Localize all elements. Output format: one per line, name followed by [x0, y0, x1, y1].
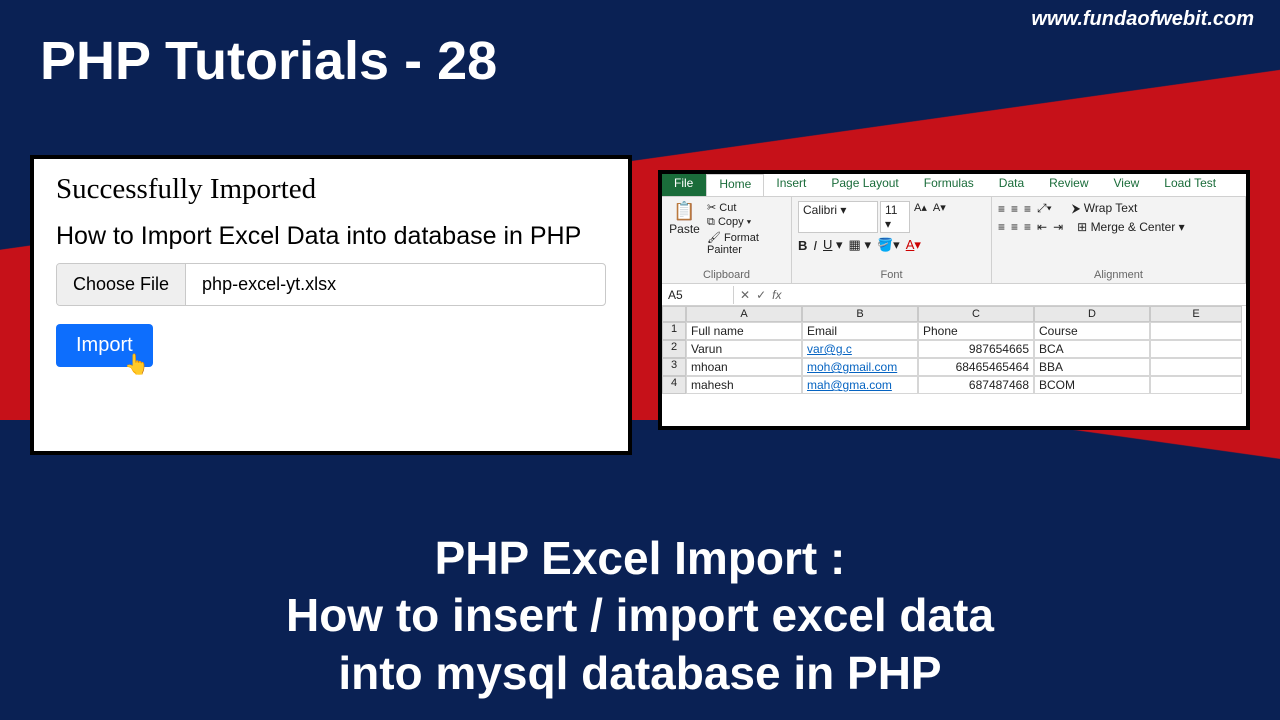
tab-insert[interactable]: Insert — [764, 174, 819, 196]
row-header[interactable]: 1 — [662, 322, 686, 340]
cell[interactable]: Full name — [686, 322, 802, 340]
ribbon-alignment-group: ≡ ≡ ≡ ⤢▾ ⮞ Wrap Text ≡ ≡ ≡ ⇤ ⇥ ⊞ Merge &… — [992, 197, 1246, 283]
orientation-icon[interactable]: ⤢▾ — [1037, 201, 1052, 216]
tab-review[interactable]: Review — [1037, 174, 1101, 196]
cell[interactable]: Course — [1034, 322, 1150, 340]
tab-data[interactable]: Data — [987, 174, 1037, 196]
col-header[interactable]: B — [802, 306, 918, 322]
col-header[interactable]: C — [918, 306, 1034, 322]
clipboard-group-label: Clipboard — [668, 269, 785, 281]
col-header[interactable]: A — [686, 306, 802, 322]
accept-icon[interactable]: ✓ — [756, 288, 766, 302]
row-header[interactable]: 2 — [662, 340, 686, 358]
fx-icon[interactable]: fx — [772, 288, 781, 302]
align-right-icon[interactable]: ≡ — [1024, 220, 1031, 234]
cell[interactable]: Phone — [918, 322, 1034, 340]
tab-home[interactable]: Home — [706, 174, 764, 196]
cell[interactable]: var@g.c — [802, 340, 918, 358]
cell[interactable]: BCOM — [1034, 376, 1150, 394]
formula-bar: A5 ✕ ✓ fx — [662, 284, 1246, 306]
select-all-corner[interactable] — [662, 306, 686, 322]
underline-button[interactable]: U ▾ — [823, 237, 843, 253]
ribbon-clipboard-group: 📋 Paste ✂ Cut ⧉ Copy ▾ 🖌 Format Painter … — [662, 197, 792, 283]
col-header[interactable]: E — [1150, 306, 1242, 322]
align-top-icon[interactable]: ≡ — [998, 202, 1005, 216]
cell[interactable]: BCA — [1034, 340, 1150, 358]
cell[interactable] — [1150, 340, 1242, 358]
italic-button[interactable]: I — [813, 238, 817, 253]
cursor-icon: 👆 — [124, 352, 149, 377]
col-header[interactable]: D — [1034, 306, 1150, 322]
border-button[interactable]: ▦ ▾ — [849, 237, 871, 253]
tab-page-layout[interactable]: Page Layout — [819, 174, 911, 196]
bold-button[interactable]: B — [798, 238, 807, 253]
align-center-icon[interactable]: ≡ — [1011, 220, 1018, 234]
cell[interactable]: 687487468 — [918, 376, 1034, 394]
shrink-font-icon[interactable]: A▾ — [931, 201, 948, 233]
row-header[interactable]: 3 — [662, 358, 686, 376]
tab-formulas[interactable]: Formulas — [912, 174, 987, 196]
cell[interactable]: mahesh — [686, 376, 802, 394]
excel-tabs: File Home Insert Page Layout Formulas Da… — [662, 174, 1246, 196]
cell[interactable] — [1150, 322, 1242, 340]
choose-file-button[interactable]: Choose File — [57, 264, 186, 305]
copy-button[interactable]: ⧉ Copy ▾ — [707, 216, 785, 229]
php-import-form: Successfully Imported How to Import Exce… — [30, 155, 632, 455]
file-input-row[interactable]: Choose File php-excel-yt.xlsx — [56, 263, 606, 306]
spreadsheet-grid[interactable]: A B C D E 1 Full name Email Phone Course… — [662, 306, 1246, 394]
selected-file-name: php-excel-yt.xlsx — [186, 264, 605, 305]
format-painter-button[interactable]: 🖌 Format Painter — [707, 231, 785, 256]
font-size-select[interactable]: 11 ▾ — [880, 201, 910, 233]
paste-button[interactable]: 📋 Paste — [668, 201, 701, 256]
video-caption: PHP Excel Import : How to insert / impor… — [0, 530, 1280, 703]
cell[interactable]: mhoan — [686, 358, 802, 376]
tab-load-test[interactable]: Load Test — [1152, 174, 1229, 196]
cell[interactable]: 68465465464 — [918, 358, 1034, 376]
row-header[interactable]: 4 — [662, 376, 686, 394]
cell[interactable] — [1150, 358, 1242, 376]
font-name-select[interactable]: Calibri ▾ — [798, 201, 878, 233]
site-url: www.fundaofwebit.com — [1031, 8, 1254, 31]
cell[interactable]: Email — [802, 322, 918, 340]
ribbon-font-group: Calibri ▾ 11 ▾ A▴ A▾ B I U ▾ ▦ ▾ 🪣▾ A▾ F… — [792, 197, 992, 283]
form-heading: How to Import Excel Data into database i… — [56, 222, 606, 251]
cancel-icon[interactable]: ✕ — [740, 288, 750, 302]
import-button[interactable]: Import 👆 — [56, 324, 153, 367]
tab-file[interactable]: File — [662, 174, 706, 196]
cut-button[interactable]: ✂ Cut — [707, 201, 785, 214]
fill-color-button[interactable]: 🪣▾ — [877, 237, 900, 253]
font-color-button[interactable]: A▾ — [906, 237, 921, 253]
cell[interactable]: BBA — [1034, 358, 1150, 376]
indent-increase-icon[interactable]: ⇥ — [1053, 220, 1063, 234]
align-middle-icon[interactable]: ≡ — [1011, 202, 1018, 216]
indent-decrease-icon[interactable]: ⇤ — [1037, 220, 1047, 234]
cell[interactable]: mah@gma.com — [802, 376, 918, 394]
merge-center-button[interactable]: ⊞ Merge & Center ▾ — [1077, 220, 1184, 234]
align-left-icon[interactable]: ≡ — [998, 220, 1005, 234]
cell[interactable]: 987654665 — [918, 340, 1034, 358]
cell[interactable]: Varun — [686, 340, 802, 358]
paste-label: Paste — [669, 222, 700, 236]
paste-icon: 📋 — [668, 201, 701, 222]
cell[interactable]: moh@gmail.com — [802, 358, 918, 376]
alignment-group-label: Alignment — [998, 269, 1239, 281]
page-title: PHP Tutorials - 28 — [40, 30, 497, 92]
font-group-label: Font — [798, 269, 985, 281]
grow-font-icon[interactable]: A▴ — [912, 201, 929, 233]
excel-ribbon: 📋 Paste ✂ Cut ⧉ Copy ▾ 🖌 Format Painter … — [662, 196, 1246, 284]
success-message: Successfully Imported — [56, 173, 606, 206]
tab-view[interactable]: View — [1102, 174, 1153, 196]
name-box[interactable]: A5 — [662, 286, 734, 304]
excel-window: File Home Insert Page Layout Formulas Da… — [658, 170, 1250, 430]
wrap-text-button[interactable]: ⮞ Wrap Text — [1072, 201, 1138, 216]
cell[interactable] — [1150, 376, 1242, 394]
align-bottom-icon[interactable]: ≡ — [1024, 202, 1031, 216]
